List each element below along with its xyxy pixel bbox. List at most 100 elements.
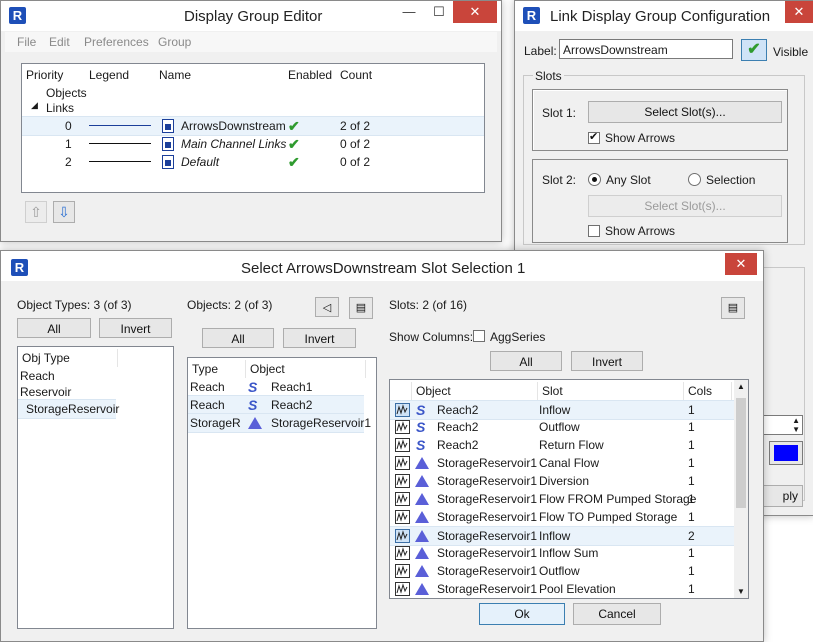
table-row[interactable]: S Reach2 Return Flow 1 <box>390 436 734 454</box>
row-priority: 0 <box>65 119 72 133</box>
slot2-any-slot-radio[interactable] <box>588 173 601 186</box>
close-button[interactable]: ✕ <box>453 1 497 23</box>
tree-expand-icon[interactable]: ◢ <box>31 100 38 111</box>
header-name[interactable]: Name <box>159 68 191 82</box>
group-row[interactable]: 0 ArrowsDownstream ✔ 2 of 2 <box>22 116 484 136</box>
list-item[interactable]: StorageReservoir <box>18 399 119 419</box>
row-count: 0 of 2 <box>340 137 371 151</box>
move-down-button[interactable]: ⇩ <box>53 201 75 223</box>
cancel-button[interactable]: Cancel <box>573 603 661 625</box>
slot1-show-arrows-checkbox[interactable] <box>588 130 600 144</box>
move-up-button[interactable]: ⇧ <box>25 201 47 223</box>
close-button[interactable]: ✕ <box>785 1 813 23</box>
minimize-button[interactable]: — <box>393 1 425 23</box>
timeseries-slot-icon <box>395 510 410 524</box>
menu-file[interactable]: File <box>17 35 36 49</box>
slots-options-button[interactable]: ▤ <box>721 297 745 319</box>
object-types-list: Obj Type Reach Reservoir StorageReservoi… <box>17 346 174 629</box>
slots-scrollbar[interactable]: ▲ ▼ <box>734 380 748 598</box>
slot-cols: 1 <box>688 546 695 560</box>
label-input[interactable]: ArrowsDownstream <box>559 39 733 59</box>
table-row[interactable]: Reach S Reach2 <box>188 395 364 415</box>
tree-links[interactable]: Links <box>46 101 74 115</box>
timeseries-slot-icon <box>395 529 410 543</box>
menu-edit[interactable]: Edit <box>49 35 70 49</box>
timeseries-slot-icon <box>395 456 410 470</box>
objects-options-button[interactable]: ▤ <box>349 297 373 319</box>
header-priority[interactable]: Priority <box>26 68 63 82</box>
table-row[interactable]: S Reach2 Outflow 1 <box>390 418 734 436</box>
tree-objects[interactable]: Objects <box>46 86 87 100</box>
width-spinner[interactable]: ▲ ▼ <box>763 415 803 435</box>
objects-all-button[interactable]: All <box>202 328 274 348</box>
slot-name: Canal Flow <box>539 456 600 470</box>
obj-type-header[interactable]: Obj Type <box>18 349 118 367</box>
group-row[interactable]: 1 Main Channel Links ✔ 0 of 2 <box>22 135 484 153</box>
storage-reservoir-icon <box>415 530 429 542</box>
table-row[interactable]: StorageReservoir1 Flow TO Pumped Storage 1 <box>390 508 734 526</box>
slot-object: StorageReservoir1 <box>437 582 538 596</box>
table-row[interactable]: StorageReservoir1 Canal Flow 1 <box>390 454 734 472</box>
slot-cols: 1 <box>688 403 695 417</box>
enabled-check-icon[interactable]: ✔ <box>288 135 300 153</box>
objects-type-header[interactable]: Type <box>188 360 246 378</box>
enabled-check-icon[interactable]: ✔ <box>288 117 300 135</box>
slot-object: StorageReservoir1 <box>437 529 538 543</box>
ok-button[interactable]: Ok <box>479 603 565 625</box>
slot2-select-button[interactable]: Select Slot(s)... <box>588 195 782 217</box>
object-types-all-button[interactable]: All <box>17 318 91 338</box>
timeseries-slot-icon <box>395 420 410 434</box>
table-row[interactable]: StorageReservoir1 Diversion 1 <box>390 472 734 490</box>
scroll-thumb[interactable] <box>736 398 746 508</box>
enabled-check-icon[interactable]: ✔ <box>288 153 300 171</box>
label-caption: Label: <box>524 44 557 58</box>
object-type: Reach <box>190 398 225 412</box>
slots-all-button[interactable]: All <box>490 351 562 371</box>
objects-object-header[interactable]: Object <box>246 360 366 378</box>
objects-invert-button[interactable]: Invert <box>283 328 356 348</box>
spinner-arrows-icon[interactable]: ▲ ▼ <box>792 416 800 434</box>
menu-preferences[interactable]: Preferences <box>84 35 149 49</box>
visible-toggle-button[interactable]: ✔ <box>741 39 767 61</box>
object-types-invert-button[interactable]: Invert <box>99 318 172 338</box>
riverware-logo-icon: R <box>9 7 26 24</box>
object-type: Reach <box>190 380 225 394</box>
header-count[interactable]: Count <box>340 68 372 82</box>
scroll-up-arrow-icon[interactable]: ▲ <box>737 382 745 391</box>
slot-cols: 1 <box>688 564 695 578</box>
aggseries-checkbox[interactable] <box>473 330 485 342</box>
header-enabled[interactable]: Enabled <box>288 68 332 82</box>
slots-cols-header[interactable]: Cols <box>684 382 732 400</box>
header-legend[interactable]: Legend <box>89 68 129 82</box>
storage-reservoir-icon <box>415 457 429 469</box>
scroll-down-arrow-icon[interactable]: ▼ <box>737 587 745 596</box>
table-row[interactable]: Reach S Reach1 <box>188 378 376 396</box>
objects-caption: Objects: 2 (of 3) <box>187 298 273 312</box>
slot2-show-arrows-checkbox[interactable] <box>588 225 600 237</box>
table-row[interactable]: S Reach2 Inflow 1 <box>390 400 734 420</box>
slots-slot-header[interactable]: Slot <box>538 382 684 400</box>
table-row[interactable]: StorageReservoir1 Flow FROM Pumped Storag… <box>390 490 734 508</box>
table-row[interactable]: StorageReservoir1 Inflow 2 <box>390 526 734 546</box>
collapse-left-button[interactable]: ◁ <box>315 297 339 317</box>
group-row[interactable]: 2 Default ✔ 0 of 2 <box>22 153 484 171</box>
timeseries-slot-icon <box>395 492 410 506</box>
close-button[interactable]: ✕ <box>725 253 757 275</box>
table-row[interactable]: StorageReservoir1 Outflow 1 <box>390 562 734 580</box>
slot-cols: 1 <box>688 420 695 434</box>
timeseries-slot-icon <box>395 564 410 578</box>
groups-table-header: Priority Legend Name Enabled Count <box>22 64 484 84</box>
slots-invert-button[interactable]: Invert <box>571 351 643 371</box>
slot2-selection-radio[interactable] <box>688 173 701 186</box>
table-row[interactable]: StorageR StorageReservoir1 <box>188 413 371 433</box>
menu-group[interactable]: Group <box>158 35 191 49</box>
slot-name: Pool Elevation <box>539 582 616 596</box>
slot1-select-button[interactable]: Select Slot(s)... <box>588 101 782 123</box>
color-swatch-button[interactable] <box>769 441 803 465</box>
table-row[interactable]: StorageReservoir1 Inflow Sum 1 <box>390 544 734 562</box>
table-row[interactable]: StorageReservoir1 Pool Elevation 1 <box>390 580 734 598</box>
maximize-button[interactable]: ☐ <box>423 1 455 23</box>
slots-object-header[interactable]: Object <box>412 382 538 400</box>
row-name: Main Channel Links <box>181 137 287 151</box>
storage-reservoir-icon <box>415 493 429 505</box>
